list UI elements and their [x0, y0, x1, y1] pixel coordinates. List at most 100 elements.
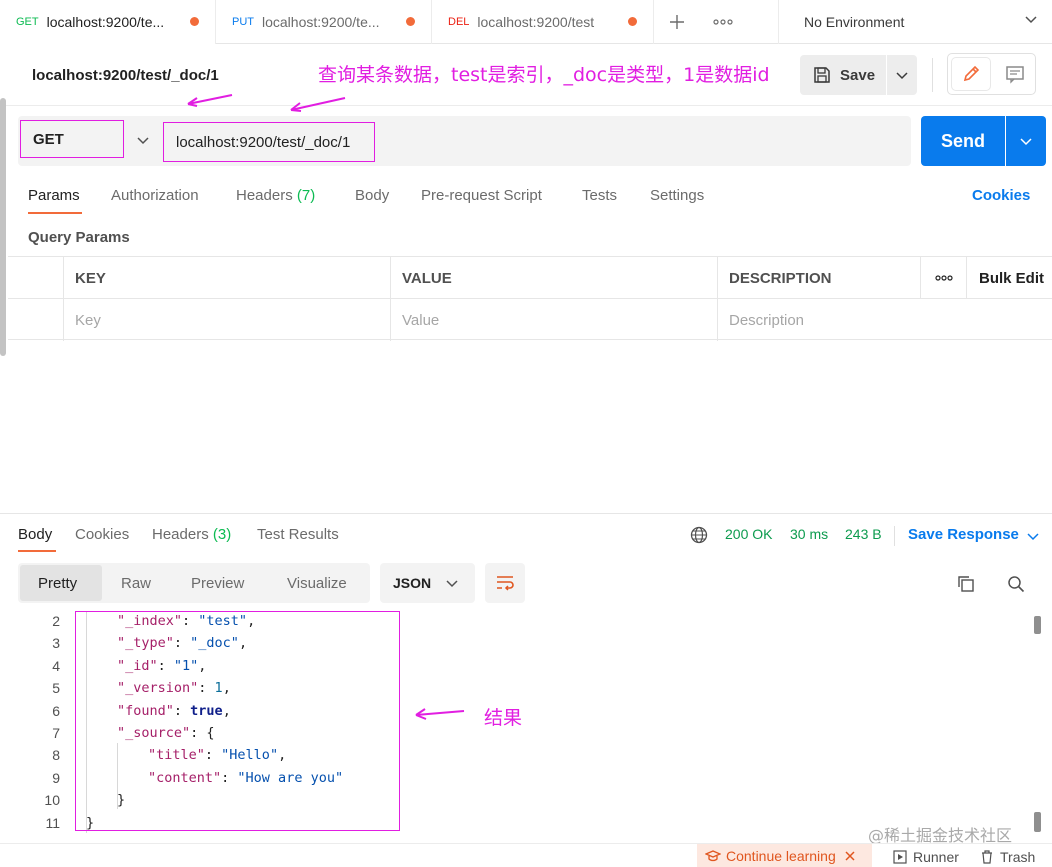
- runner-button[interactable]: Runner: [893, 849, 959, 865]
- table-drag-cell: [8, 299, 63, 341]
- table-row: Key Value Description: [8, 298, 1052, 341]
- send-button[interactable]: Send: [921, 116, 1005, 166]
- bulk-edit-button[interactable]: Bulk Edit: [966, 257, 1052, 299]
- unsaved-dot: [190, 17, 199, 26]
- result-highlight-box: [75, 611, 400, 831]
- view-visualize[interactable]: Visualize: [287, 563, 347, 603]
- response-tab-body[interactable]: Body: [18, 526, 52, 543]
- graduation-cap-icon: [705, 850, 721, 862]
- search-icon[interactable]: [1007, 575, 1025, 593]
- tab-title: localhost:9200/te...: [262, 14, 380, 30]
- more-icon: [713, 19, 733, 25]
- view-pretty[interactable]: Pretty: [38, 563, 77, 603]
- response-time[interactable]: 30 ms: [790, 526, 828, 542]
- cookies-link[interactable]: Cookies: [972, 187, 1030, 204]
- save-response-label: Save Response: [908, 526, 1019, 543]
- continue-learning-banner[interactable]: Continue learning: [697, 844, 872, 867]
- tab-headers-label: Headers: [236, 187, 293, 204]
- annotation-arrow-icon: [415, 708, 465, 720]
- line-number: 2: [52, 613, 60, 629]
- tab-method-get: GET: [16, 16, 39, 28]
- chevron-down-icon[interactable]: [1027, 530, 1039, 542]
- trash-icon: [982, 850, 992, 864]
- active-tab-indicator: [28, 212, 82, 214]
- annotation-result: 结果: [484, 707, 523, 729]
- line-number: 3: [52, 635, 60, 652]
- save-button[interactable]: Save: [800, 55, 886, 95]
- value-input[interactable]: Value: [390, 299, 717, 341]
- request-tab-put[interactable]: PUT localhost:9200/te...: [216, 0, 432, 44]
- format-select[interactable]: JSON: [380, 563, 475, 603]
- unsaved-dot: [628, 17, 637, 26]
- scrollbar-top[interactable]: [1034, 616, 1041, 634]
- environment-selector[interactable]: No Environment: [778, 0, 1052, 44]
- scrollbar-bottom[interactable]: [1034, 812, 1041, 832]
- close-icon[interactable]: [844, 850, 856, 862]
- trash-button[interactable]: Trash: [980, 849, 1035, 865]
- save-icon: [814, 67, 830, 83]
- response-tab-headers[interactable]: Headers (3): [152, 526, 231, 543]
- runner-label: Runner: [913, 849, 959, 865]
- wrap-lines-button[interactable]: [485, 563, 525, 603]
- column-options-button[interactable]: [920, 257, 966, 299]
- copy-icon[interactable]: [957, 575, 975, 593]
- request-tab-get[interactable]: GET localhost:9200/te...: [0, 0, 216, 45]
- line-number: 7: [52, 725, 60, 741]
- tab-settings[interactable]: Settings: [650, 187, 704, 204]
- trash-label: Trash: [1000, 849, 1036, 865]
- tab-method-del: DEL: [448, 16, 470, 28]
- column-value: VALUE: [390, 257, 717, 299]
- response-tab-test-results[interactable]: Test Results: [257, 526, 339, 543]
- view-preview[interactable]: Preview: [191, 563, 244, 603]
- response-headers-count: (3): [212, 526, 232, 543]
- tab-params[interactable]: Params: [28, 187, 80, 204]
- divider: [932, 58, 933, 92]
- request-name[interactable]: localhost:9200/test/_doc/1: [32, 67, 219, 84]
- response-tab-cookies[interactable]: Cookies: [75, 526, 129, 543]
- line-number: 5: [52, 680, 60, 697]
- format-label: JSON: [393, 575, 432, 591]
- documentation-button[interactable]: [998, 58, 1032, 90]
- tab-title: localhost:9200/te...: [46, 14, 165, 30]
- annotation-arrow-icon: [290, 97, 346, 112]
- edit-mode-button[interactable]: [952, 58, 990, 90]
- tab-headers[interactable]: Headers (7): [236, 187, 315, 204]
- annotation-arrow-icon: [187, 94, 233, 107]
- view-mode-selector: Pretty Raw Preview Visualize: [18, 563, 370, 603]
- url-bar: GET localhost:9200/test/_doc/1: [18, 116, 911, 166]
- tab-body[interactable]: Body: [355, 187, 389, 204]
- globe-icon[interactable]: [690, 526, 708, 544]
- status-code[interactable]: 200 OK: [725, 526, 772, 542]
- method-select[interactable]: GET: [20, 120, 124, 158]
- line-number: 10: [44, 792, 60, 809]
- chevron-down-icon[interactable]: [136, 133, 150, 147]
- request-tab-del[interactable]: DEL localhost:9200/test: [432, 0, 654, 44]
- divider: [894, 526, 895, 546]
- comment-icon: [1006, 66, 1024, 84]
- pencil-icon: [963, 65, 980, 82]
- description-input[interactable]: Description: [717, 299, 1052, 341]
- key-input[interactable]: Key: [63, 299, 390, 341]
- url-input[interactable]: localhost:9200/test/_doc/1: [163, 122, 375, 162]
- tab-tests[interactable]: Tests: [582, 187, 617, 204]
- save-options-button[interactable]: [887, 55, 917, 95]
- new-tab-button[interactable]: [654, 0, 700, 44]
- play-icon: [893, 850, 907, 864]
- view-mode-group: [947, 53, 1036, 95]
- send-options-button[interactable]: [1006, 116, 1046, 166]
- chevron-down-icon: [446, 580, 458, 588]
- response-tab-bar: Body Cookies Headers (3) Test Results 20…: [0, 513, 1052, 553]
- view-raw[interactable]: Raw: [121, 563, 151, 603]
- environment-label: No Environment: [804, 14, 905, 30]
- response-headers-label: Headers: [152, 526, 209, 543]
- more-icon: [934, 275, 953, 281]
- tab-authorization[interactable]: Authorization: [111, 187, 199, 204]
- query-params-table: KEY VALUE DESCRIPTION Bulk Edit Key Valu…: [8, 256, 1052, 341]
- save-response-button[interactable]: Save Response: [908, 526, 1019, 543]
- response-size[interactable]: 243 B: [845, 526, 882, 542]
- tab-prerequest-script[interactable]: Pre-request Script: [421, 187, 542, 204]
- scrollbar[interactable]: [0, 98, 6, 356]
- chevron-down-icon: [1020, 138, 1032, 146]
- active-response-tab-indicator: [18, 550, 56, 552]
- more-tabs-button[interactable]: [700, 0, 746, 44]
